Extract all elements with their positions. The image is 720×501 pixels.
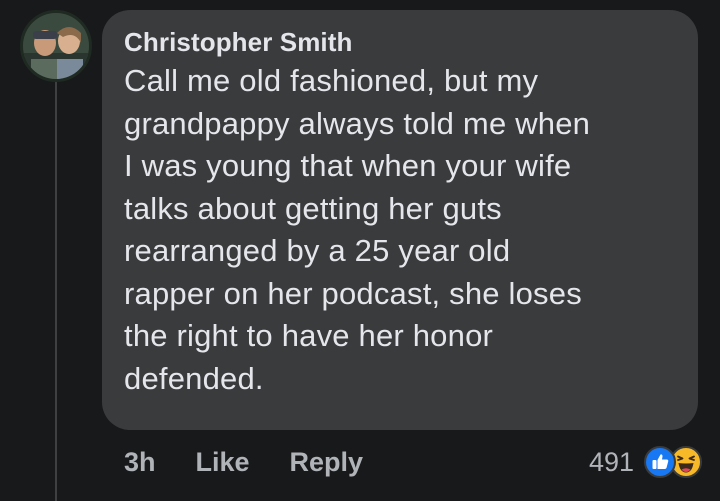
comment-bubble: Christopher Smith Call me old fashioned,… (102, 10, 698, 430)
avatar[interactable] (20, 10, 92, 82)
comment-line: the right to have her honor (124, 318, 494, 353)
reaction-count: 491 (588, 446, 634, 477)
like-button[interactable]: Like (196, 447, 250, 478)
comment-line: I was young that when your wife (124, 148, 572, 183)
comment-screen: Christopher Smith Call me old fashioned,… (0, 0, 720, 501)
like-reaction-icon (644, 446, 676, 478)
comment-line: rapper on her podcast, she loses (124, 275, 582, 311)
comment-line: Call me old fashioned, but my (124, 63, 539, 98)
reactions-summary[interactable]: 491 (589, 440, 702, 484)
comment-text: Call me old fashioned, but my grandpappy… (124, 60, 678, 400)
comment-line: rearranged by a 25 year old (124, 233, 511, 268)
timestamp[interactable]: 3h (124, 447, 156, 478)
comment-actions: 3h Like Reply (124, 440, 363, 484)
comment-line: talks about getting her guts (124, 190, 502, 226)
avatar-photo (23, 13, 89, 79)
author-name[interactable]: Christopher Smith (124, 26, 678, 58)
reply-button[interactable]: Reply (290, 447, 364, 478)
comment-line: defended. (124, 360, 264, 396)
thread-line (55, 78, 57, 501)
comment-line: grandpappy always told me when (124, 105, 591, 141)
